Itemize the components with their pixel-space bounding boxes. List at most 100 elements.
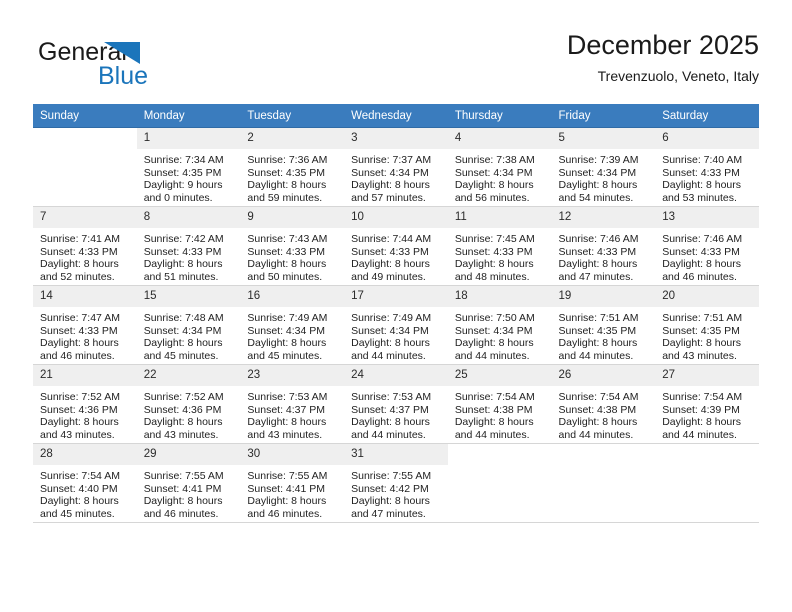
day-daylight-1-text: Daylight: 8 hours — [454, 337, 534, 350]
day-cell[interactable]: 7 Sunrise: 7:41 AM Sunset: 4:33 PM Daylight… — [33, 206, 137, 286]
day-details — [655, 465, 759, 470]
day-details: Sunrise: 7:46 AM Sunset: 4:33 PM Daylight:… — [655, 228, 759, 283]
day-daylight-2-text: and 49 minutes. — [351, 270, 426, 283]
day-cell-inner: 17 Sunrise: 7:49 AM Sunset: 4:34 PM Dayligh… — [344, 286, 448, 364]
day-number: 19 — [551, 286, 656, 307]
day-number: 26 — [551, 365, 656, 386]
day-cell[interactable]: 3 Sunrise: 7:37 AM Sunset: 4:34 PM Daylight… — [344, 127, 448, 207]
day-cell-inner: 21 Sunrise: 7:52 AM Sunset: 4:36 PM Dayligh… — [33, 365, 137, 443]
day-cell-inner: 8 Sunrise: 7:42 AM Sunset: 4:33 PM Daylight… — [136, 207, 241, 285]
day-cell-inner: 9 Sunrise: 7:43 AM Sunset: 4:33 PM Daylight… — [240, 207, 345, 285]
day-cell[interactable]: 26 Sunrise: 7:54 AM Sunset: 4:38 PM Dayligh… — [551, 364, 656, 444]
day-details: Sunrise: 7:47 AM Sunset: 4:33 PM Daylight:… — [33, 307, 137, 362]
day-cell[interactable]: 9 Sunrise: 7:43 AM Sunset: 4:33 PM Daylight… — [240, 206, 345, 286]
day-details: Sunrise: 7:36 AM Sunset: 4:35 PM Daylight:… — [240, 149, 344, 204]
day-number: 21 — [33, 365, 137, 386]
day-details: Sunrise: 7:45 AM Sunset: 4:33 PM Daylight:… — [448, 228, 552, 283]
day-daylight-1-text: Daylight: 8 hours — [662, 416, 742, 429]
day-cell[interactable]: 6 Sunrise: 7:40 AM Sunset: 4:33 PM Daylight… — [655, 127, 759, 207]
weekday-header-sunday: Sunday — [33, 104, 137, 128]
day-cell[interactable]: 13 Sunrise: 7:46 AM Sunset: 4:33 PM Dayligh… — [655, 206, 759, 286]
day-number: 29 — [136, 444, 241, 465]
day-cell[interactable]: 1 Sunrise: 7:34 AM Sunset: 4:35 PM Daylight… — [136, 127, 241, 207]
day-daylight-1-text: Daylight: 8 hours — [143, 495, 223, 508]
day-cell[interactable]: 17 Sunrise: 7:49 AM Sunset: 4:34 PM Dayligh… — [344, 285, 448, 365]
day-cell[interactable]: 12 Sunrise: 7:46 AM Sunset: 4:33 PM Dayligh… — [551, 206, 656, 286]
day-cell[interactable]: 15 Sunrise: 7:48 AM Sunset: 4:34 PM Dayligh… — [136, 285, 241, 365]
day-number: 12 — [551, 207, 656, 228]
day-cell[interactable]: 27 Sunrise: 7:54 AM Sunset: 4:39 PM Dayligh… — [655, 364, 759, 444]
weekday-header-tuesday: Tuesday — [240, 104, 345, 128]
day-sunrise-text: Sunrise: 7:48 AM — [143, 312, 224, 324]
day-sunrise-text: Sunrise: 7:44 AM — [351, 233, 432, 245]
day-cell[interactable]: 8 Sunrise: 7:42 AM Sunset: 4:33 PM Daylight… — [136, 206, 241, 286]
day-cell-inner: 29 Sunrise: 7:55 AM Sunset: 4:41 PM Dayligh… — [136, 444, 241, 522]
day-sunset-text: Sunset: 4:33 PM — [143, 245, 222, 258]
day-sunset-text: Sunset: 4:40 PM — [40, 482, 118, 495]
day-cell[interactable]: 21 Sunrise: 7:52 AM Sunset: 4:36 PM Dayligh… — [33, 364, 137, 444]
day-details: Sunrise: 7:52 AM Sunset: 4:36 PM Daylight:… — [33, 386, 137, 441]
day-details: Sunrise: 7:54 AM Sunset: 4:39 PM Daylight:… — [655, 386, 759, 441]
day-cell[interactable]: 10 Sunrise: 7:44 AM Sunset: 4:33 PM Dayligh… — [344, 206, 448, 286]
day-number: 9 — [240, 207, 345, 228]
day-cell[interactable]: 4 Sunrise: 7:38 AM Sunset: 4:34 PM Daylight… — [447, 127, 552, 207]
day-cell[interactable]: 31 Sunrise: 7:55 AM Sunset: 4:42 PM Dayligh… — [344, 443, 448, 523]
page-header: General Blue December 2025 Trevenzuolo, … — [33, 28, 759, 98]
day-daylight-2-text: and 46 minutes. — [40, 349, 115, 362]
day-daylight-2-text: and 51 minutes. — [143, 270, 219, 283]
day-cell[interactable]: 28 Sunrise: 7:54 AM Sunset: 4:40 PM Dayligh… — [33, 443, 137, 523]
day-cell-inner: 6 Sunrise: 7:40 AM Sunset: 4:33 PM Daylight… — [655, 128, 759, 206]
day-cell[interactable]: 14 Sunrise: 7:47 AM Sunset: 4:33 PM Dayligh… — [33, 285, 137, 365]
day-daylight-2-text: and 48 minutes. — [454, 270, 530, 283]
day-cell[interactable]: 18 Sunrise: 7:50 AM Sunset: 4:34 PM Dayligh… — [447, 285, 552, 365]
day-cell-inner: 14 Sunrise: 7:47 AM Sunset: 4:33 PM Dayligh… — [33, 286, 137, 364]
day-cell[interactable]: 20 Sunrise: 7:51 AM Sunset: 4:35 PM Dayligh… — [655, 285, 759, 365]
day-daylight-1-text: Daylight: 8 hours — [143, 416, 223, 429]
day-cell-inner: 5 Sunrise: 7:39 AM Sunset: 4:34 PM Daylight… — [551, 128, 656, 206]
day-cell[interactable]: 23 Sunrise: 7:53 AM Sunset: 4:37 PM Dayligh… — [240, 364, 345, 444]
day-daylight-2-text: and 44 minutes. — [558, 349, 634, 362]
day-daylight-2-text: and 46 minutes. — [143, 507, 219, 520]
day-details: Sunrise: 7:53 AM Sunset: 4:37 PM Daylight:… — [344, 386, 448, 441]
day-cell[interactable]: 5 Sunrise: 7:39 AM Sunset: 4:34 PM Daylight… — [551, 127, 656, 207]
day-cell-inner — [33, 128, 137, 206]
day-daylight-1-text: Daylight: 8 hours — [40, 495, 119, 508]
day-cell-inner: 26 Sunrise: 7:54 AM Sunset: 4:38 PM Dayligh… — [551, 365, 656, 443]
day-sunrise-text: Sunrise: 7:38 AM — [454, 154, 535, 166]
day-sunset-text: Sunset: 4:35 PM — [143, 166, 222, 179]
day-details — [33, 149, 137, 154]
day-sunrise-text: Sunrise: 7:41 AM — [40, 233, 120, 245]
day-number: 17 — [344, 286, 448, 307]
day-cell[interactable]: 16 Sunrise: 7:49 AM Sunset: 4:34 PM Dayligh… — [240, 285, 345, 365]
day-cell[interactable]: 19 Sunrise: 7:51 AM Sunset: 4:35 PM Dayligh… — [551, 285, 656, 365]
day-daylight-1-text: Daylight: 8 hours — [662, 179, 742, 192]
day-details: Sunrise: 7:43 AM Sunset: 4:33 PM Daylight:… — [240, 228, 344, 283]
day-details: Sunrise: 7:54 AM Sunset: 4:38 PM Daylight:… — [552, 386, 656, 441]
logo-text-blue: Blue — [98, 62, 148, 90]
day-cell[interactable]: 22 Sunrise: 7:52 AM Sunset: 4:36 PM Dayligh… — [136, 364, 241, 444]
day-cell[interactable]: 25 Sunrise: 7:54 AM Sunset: 4:38 PM Dayligh… — [447, 364, 552, 444]
day-sunset-text: Sunset: 4:34 PM — [143, 324, 222, 337]
day-sunrise-text: Sunrise: 7:51 AM — [662, 312, 743, 324]
day-details: Sunrise: 7:54 AM Sunset: 4:40 PM Daylight:… — [33, 465, 137, 520]
day-cell[interactable]: 30 Sunrise: 7:55 AM Sunset: 4:41 PM Dayligh… — [240, 443, 345, 523]
day-daylight-2-text: and 44 minutes. — [454, 428, 530, 441]
day-sunset-text: Sunset: 4:36 PM — [143, 403, 222, 416]
day-daylight-2-text: and 45 minutes. — [143, 349, 219, 362]
day-cell[interactable]: 29 Sunrise: 7:55 AM Sunset: 4:41 PM Dayligh… — [136, 443, 241, 523]
day-cell[interactable]: 2 Sunrise: 7:36 AM Sunset: 4:35 PM Daylight… — [240, 127, 345, 207]
day-sunrise-text: Sunrise: 7:54 AM — [662, 391, 743, 403]
day-daylight-1-text: Daylight: 8 hours — [558, 416, 638, 429]
day-sunrise-text: Sunrise: 7:55 AM — [143, 470, 224, 482]
day-cell[interactable]: 11 Sunrise: 7:45 AM Sunset: 4:33 PM Dayligh… — [447, 206, 552, 286]
day-number — [655, 444, 759, 465]
day-sunrise-text: Sunrise: 7:46 AM — [662, 233, 743, 245]
page-title: December 2025 — [566, 30, 759, 60]
day-daylight-1-text: Daylight: 8 hours — [40, 258, 119, 271]
day-number: 23 — [240, 365, 345, 386]
day-cell-inner — [655, 444, 759, 522]
day-sunset-text: Sunset: 4:34 PM — [247, 324, 326, 337]
day-daylight-1-text: Daylight: 8 hours — [247, 179, 327, 192]
day-daylight-1-text: Daylight: 8 hours — [143, 258, 223, 271]
day-cell[interactable]: 24 Sunrise: 7:53 AM Sunset: 4:37 PM Dayligh… — [344, 364, 448, 444]
